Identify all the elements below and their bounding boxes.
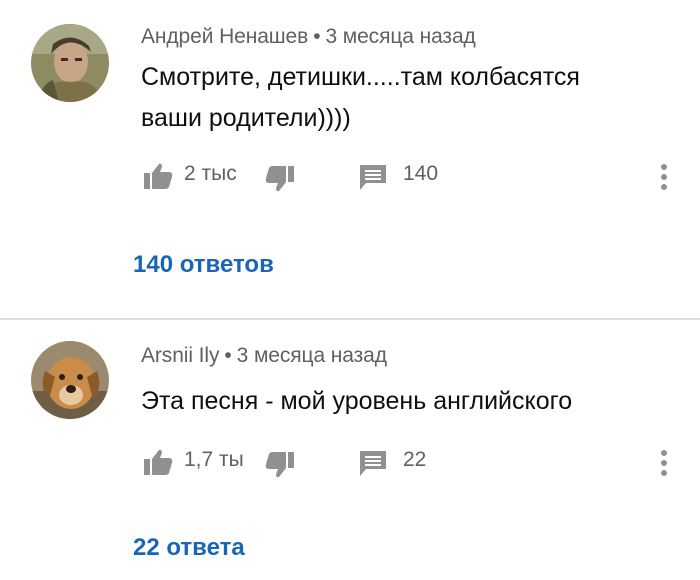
comment-actions: 1,7 ты 22 [0,442,700,482]
comment-text-line: Эта песня - мой уровень английского [141,387,573,415]
view-replies-link[interactable]: 140 ответов [133,251,274,279]
dog-photo-avatar-icon [31,341,109,419]
author-name[interactable]: Arsnii Ily [141,344,219,367]
meta-separator: • [313,25,321,48]
reply-icon[interactable] [358,449,388,477]
view-replies-link[interactable]: 22 ответа [133,534,245,562]
comment-meta: Arsnii Ily • 3 месяца назад [141,344,387,368]
thumbs-down-icon[interactable] [265,451,295,479]
like-count: 2 тыс [184,162,237,185]
comment-text-line: ваши родители)))) [141,104,351,132]
comment-text: Эта песня - мой уровень английского [141,381,661,422]
reply-icon[interactable] [358,163,388,191]
like-count: 1,7 ты [184,448,244,471]
comment-1: Андрей Ненашев • 3 месяца назад Смотрите, … [0,0,700,318]
reply-count: 140 [403,162,439,185]
comment-time[interactable]: 3 месяца назад [237,344,387,367]
avatar[interactable] [31,24,109,102]
comment-2: Arsnii Ily • 3 месяца назад Эта песня - мо… [0,318,700,580]
comment-text-line: Смотрите, детишки.....там колбасятся [141,63,580,91]
avatar[interactable] [31,341,109,419]
reply-count: 22 [403,448,427,471]
comment-meta: Андрей Ненашев • 3 месяца назад [141,25,476,49]
more-vertical-icon[interactable] [654,162,674,192]
comment-time[interactable]: 3 месяца назад [325,25,475,48]
person-photo-avatar-icon [31,24,109,102]
meta-separator: • [224,344,232,367]
thumbs-up-icon[interactable] [143,448,173,476]
thumbs-down-icon[interactable] [265,165,295,193]
comment-text: Смотрите, детишки.....там колбасятся ваш… [141,57,661,139]
author-name[interactable]: Андрей Ненашев [141,25,308,48]
comment-actions: 2 тыс 140 [0,156,700,196]
thumbs-up-icon[interactable] [143,162,173,190]
more-vertical-icon[interactable] [654,448,674,478]
